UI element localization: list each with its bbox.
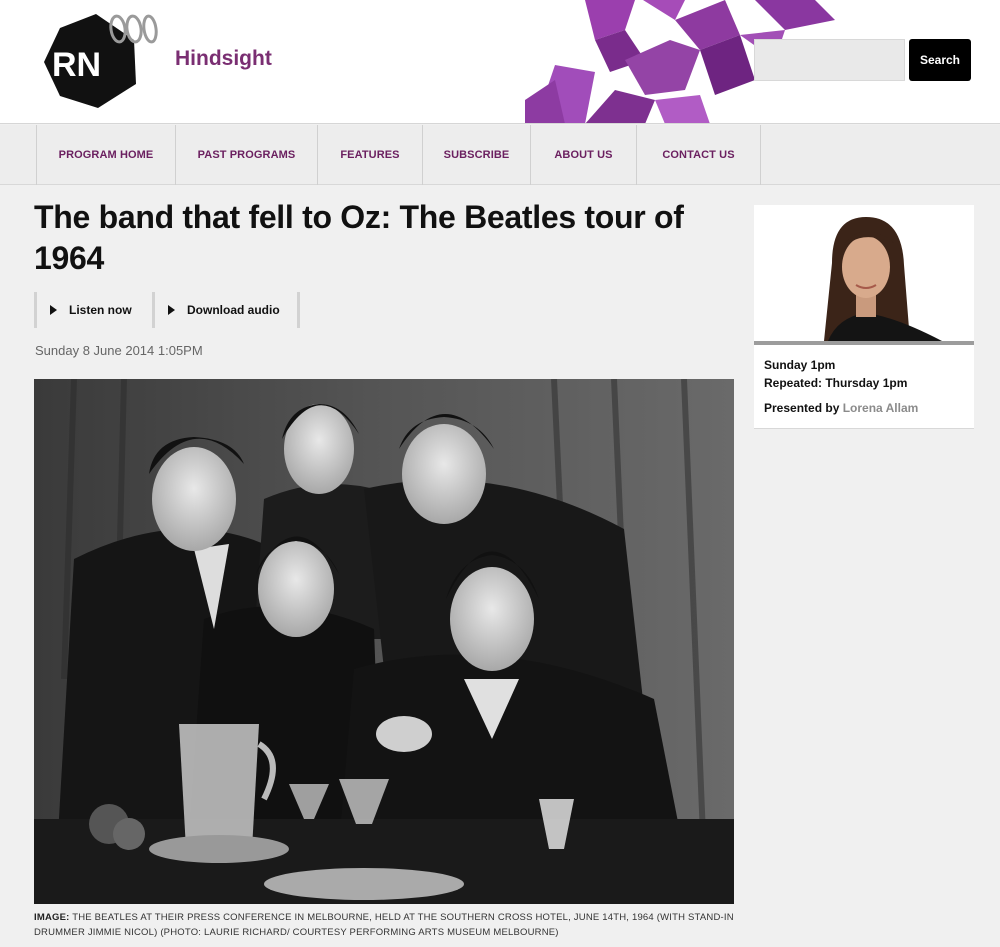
presenter-photo [754,205,974,341]
download-audio-button[interactable]: Download audio [152,292,300,328]
beatles-press-conference-photo [34,379,734,904]
listen-now-label: Listen now [69,303,132,317]
main-navigation: PROGRAM HOME PAST PROGRAMS FEATURES SUBS… [0,125,1000,185]
presenter-credit: Presented by Lorena Allam [764,401,918,415]
publish-date: Sunday 8 June 2014 1:05PM [35,343,203,358]
listen-now-button[interactable]: Listen now [34,292,152,328]
svg-text:RN: RN [52,46,101,84]
site-header: RN Hindsight Search [0,0,1000,124]
search-input[interactable] [754,39,905,81]
search-button[interactable]: Search [909,39,971,81]
caption-label: IMAGE: [34,912,70,923]
schedule-repeat: Repeated: Thursday 1pm [764,376,908,390]
audio-actions: Listen now Download audio [34,292,300,328]
play-icon [50,305,57,315]
presented-by-label: Presented by [764,401,840,415]
nav-item-past-programs[interactable]: PAST PROGRAMS [176,125,318,185]
schedule-primary: Sunday 1pm [764,358,836,372]
download-audio-label: Download audio [187,303,280,317]
article-title: The band that fell to Oz: The Beatles to… [34,199,684,276]
play-icon [168,305,175,315]
divider [754,341,974,345]
photo-caption: IMAGE: THE BEATLES AT THEIR PRESS CONFER… [34,910,734,940]
program-info-sidebar: Sunday 1pm Repeated: Thursday 1pm Presen… [754,205,974,429]
nav-item-about-us[interactable]: ABOUT US [531,125,637,185]
broadcast-schedule: Sunday 1pm Repeated: Thursday 1pm [764,356,907,392]
nav-item-contact-us[interactable]: CONTACT US [637,125,761,185]
nav-item-features[interactable]: FEATURES [318,125,423,185]
nav-item-subscribe[interactable]: SUBSCRIBE [423,125,531,185]
program-title[interactable]: Hindsight [175,47,272,71]
nav-item-program-home[interactable]: PROGRAM HOME [37,125,176,185]
caption-text: THE BEATLES AT THEIR PRESS CONFERENCE IN… [34,912,734,938]
presenter-link[interactable]: Lorena Allam [843,401,919,415]
rn-logo[interactable]: RN [38,10,158,110]
